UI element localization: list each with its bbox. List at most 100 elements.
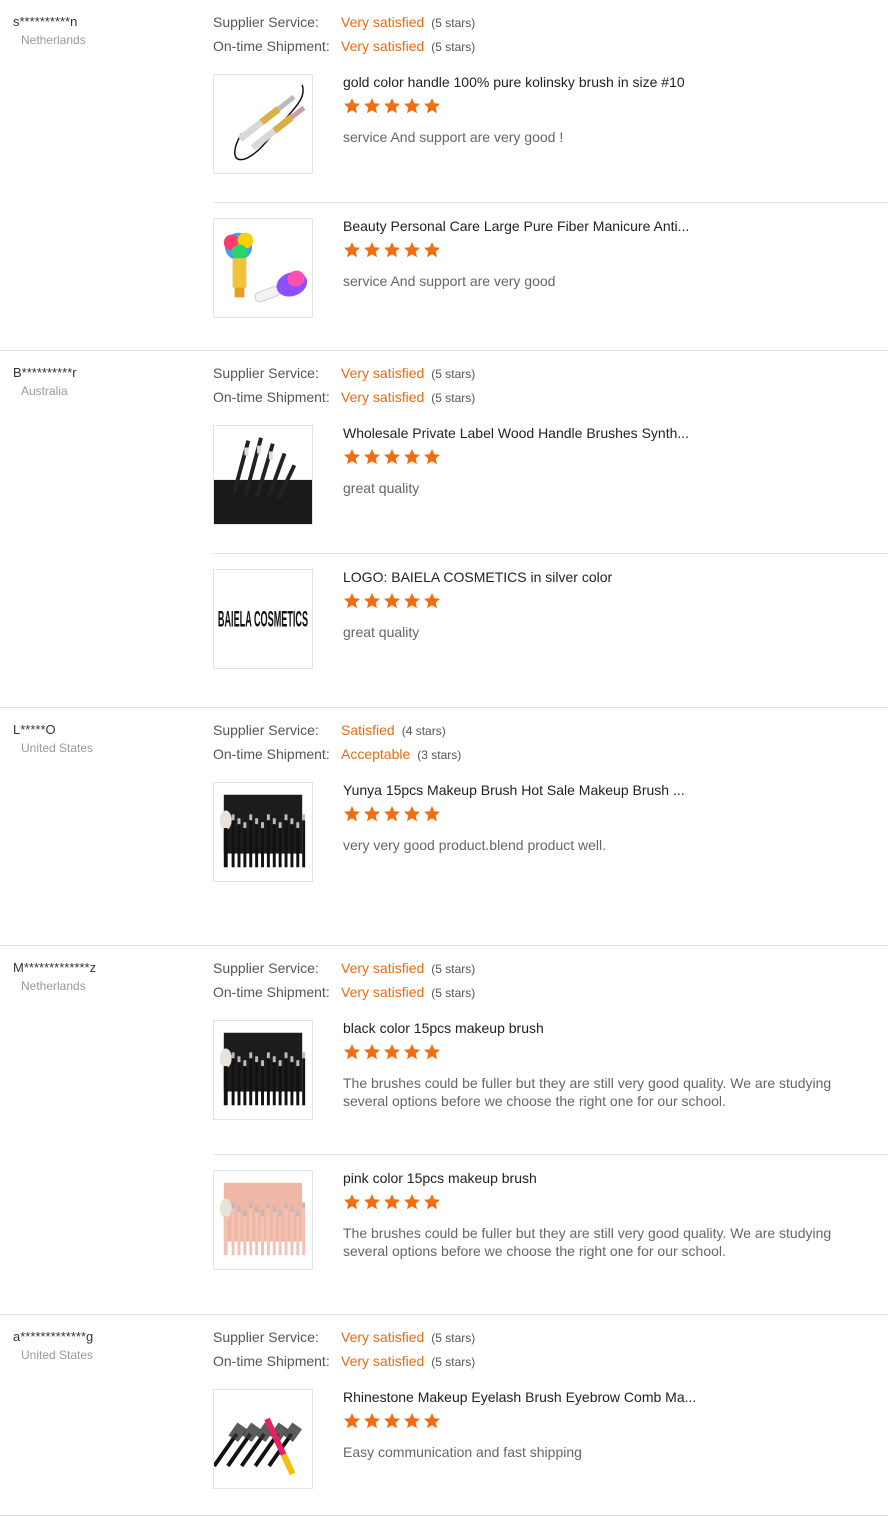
buyer-country: Netherlands bbox=[21, 33, 86, 47]
star-icon bbox=[344, 593, 360, 609]
star-icon bbox=[364, 242, 380, 258]
star-icon bbox=[344, 242, 360, 258]
product-thumbnail[interactable]: BAIELA COSMETICS bbox=[213, 569, 313, 669]
supplier-service-label: Supplier Service: bbox=[213, 14, 319, 30]
star-icon bbox=[404, 1413, 420, 1429]
star-icon bbox=[424, 242, 440, 258]
product-title-link[interactable]: Yunya 15pcs Makeup Brush Hot Sale Makeup… bbox=[343, 781, 848, 799]
supplier-service-row: Supplier Service: Satisfied (4 stars) bbox=[213, 721, 888, 745]
product-thumbnail[interactable] bbox=[213, 218, 313, 318]
shipment-row: On-time Shipment: Very satisfied (5 stars) bbox=[213, 983, 888, 1007]
buyer-name: M*************z bbox=[13, 960, 97, 975]
star-icon bbox=[424, 1044, 440, 1060]
product-rating bbox=[343, 97, 848, 119]
supplier-service-value: Very satisfied bbox=[341, 14, 425, 30]
product-title-link[interactable]: Beauty Personal Care Large Pure Fiber Ma… bbox=[343, 217, 848, 235]
star-icon bbox=[404, 593, 420, 609]
product-thumbnail[interactable] bbox=[213, 1389, 313, 1489]
product-thumbnail[interactable] bbox=[213, 1170, 313, 1270]
supplier-service-value: Very satisfied bbox=[341, 365, 425, 381]
product-thumbnail[interactable] bbox=[213, 1020, 313, 1120]
buyer-country: Australia bbox=[21, 384, 68, 398]
supplier-service-label: Supplier Service: bbox=[213, 1329, 319, 1345]
supplier-service-label: Supplier Service: bbox=[213, 722, 319, 738]
product-title-link[interactable]: pink color 15pcs makeup brush bbox=[343, 1169, 848, 1187]
shipment-stars: (3 stars) bbox=[417, 748, 462, 762]
supplier-ratings: Supplier Service: Satisfied (4 stars) On-t… bbox=[213, 708, 888, 767]
product-thumbnail[interactable] bbox=[213, 74, 313, 174]
review-text: great quality bbox=[343, 480, 420, 496]
supplier-service-value: Very satisfied bbox=[341, 960, 425, 976]
shipment-label: On-time Shipment: bbox=[213, 984, 330, 1000]
review-list: s**********n Netherlands Supplier Servic… bbox=[0, 0, 888, 1516]
star-icon bbox=[404, 242, 420, 258]
product-thumbnail[interactable] bbox=[213, 425, 313, 525]
product-rating bbox=[343, 1043, 848, 1065]
shipment-value: Very satisfied bbox=[341, 389, 425, 405]
review-text: service And support are very good ! bbox=[343, 129, 564, 145]
shipment-label: On-time Shipment: bbox=[213, 1353, 330, 1369]
review-text: Easy communication and fast shipping bbox=[343, 1444, 582, 1460]
product-review: BAIELA COSMETICS LOGO: BAIELA COSMETICS … bbox=[213, 554, 888, 707]
star-icon bbox=[404, 806, 420, 822]
buyer-info: L*****O United States bbox=[13, 722, 203, 756]
shipment-stars: (5 stars) bbox=[431, 1355, 476, 1369]
supplier-ratings: Supplier Service: Very satisfied (5 stars)… bbox=[213, 1315, 888, 1374]
star-icon bbox=[364, 593, 380, 609]
product-review: black color 15pcs makeup brush The brush… bbox=[213, 1005, 888, 1155]
review-text: The brushes could be fuller but they are… bbox=[343, 1075, 832, 1109]
supplier-service-stars: (5 stars) bbox=[431, 1331, 476, 1345]
review: L*****O United States Supplier Service: S… bbox=[0, 708, 888, 946]
buyer-name: B**********r bbox=[13, 365, 77, 380]
shipment-label: On-time Shipment: bbox=[213, 38, 330, 54]
product-rating bbox=[343, 1193, 848, 1215]
star-icon bbox=[424, 593, 440, 609]
star-icon bbox=[424, 806, 440, 822]
product-review: Rhinestone Makeup Eyelash Brush Eyebrow … bbox=[213, 1374, 888, 1517]
product-title-link[interactable]: Rhinestone Makeup Eyelash Brush Eyebrow … bbox=[343, 1388, 848, 1406]
star-icon bbox=[364, 449, 380, 465]
star-icon bbox=[364, 1413, 380, 1429]
supplier-service-label: Supplier Service: bbox=[213, 960, 319, 976]
supplier-ratings: Supplier Service: Very satisfied (5 stars)… bbox=[213, 351, 888, 410]
product-review: gold color handle 100% pure kolinsky bru… bbox=[213, 59, 888, 203]
product-thumbnail[interactable] bbox=[213, 782, 313, 882]
supplier-service-stars: (5 stars) bbox=[431, 962, 476, 976]
review: a*************g United States Supplier S… bbox=[0, 1315, 888, 1516]
star-icon bbox=[384, 1413, 400, 1429]
shipment-row: On-time Shipment: Very satisfied (5 stars) bbox=[213, 1352, 888, 1376]
shipment-value: Acceptable bbox=[341, 746, 411, 762]
star-icon bbox=[384, 1194, 400, 1210]
supplier-ratings: Supplier Service: Very satisfied (5 stars)… bbox=[213, 0, 888, 59]
star-icon bbox=[404, 1194, 420, 1210]
supplier-service-value: Satisfied bbox=[341, 722, 395, 738]
product-title-link[interactable]: LOGO: BAIELA COSMETICS in silver color bbox=[343, 568, 848, 586]
star-icon bbox=[344, 806, 360, 822]
star-icon bbox=[404, 98, 420, 114]
star-icon bbox=[364, 1194, 380, 1210]
star-icon bbox=[364, 1044, 380, 1060]
review-text: The brushes could be fuller but they are… bbox=[343, 1225, 832, 1259]
supplier-service-stars: (5 stars) bbox=[431, 16, 476, 30]
star-icon bbox=[404, 449, 420, 465]
supplier-service-row: Supplier Service: Very satisfied (5 stars) bbox=[213, 959, 888, 983]
star-icon bbox=[384, 449, 400, 465]
star-icon bbox=[424, 449, 440, 465]
star-icon bbox=[384, 98, 400, 114]
supplier-service-row: Supplier Service: Very satisfied (5 stars) bbox=[213, 364, 888, 388]
shipment-value: Very satisfied bbox=[341, 38, 425, 54]
product-review: Yunya 15pcs Makeup Brush Hot Sale Makeup… bbox=[213, 767, 888, 947]
buyer-name: s**********n bbox=[13, 14, 78, 29]
shipment-stars: (5 stars) bbox=[431, 391, 476, 405]
star-icon bbox=[424, 1194, 440, 1210]
product-title-link[interactable]: black color 15pcs makeup brush bbox=[343, 1019, 848, 1037]
supplier-service-stars: (4 stars) bbox=[401, 724, 446, 738]
buyer-name: L*****O bbox=[13, 722, 56, 737]
product-rating bbox=[343, 1412, 848, 1434]
product-title-link[interactable]: gold color handle 100% pure kolinsky bru… bbox=[343, 73, 848, 91]
product-title-link[interactable]: Wholesale Private Label Wood Handle Brus… bbox=[343, 424, 848, 442]
buyer-country: Netherlands bbox=[21, 979, 86, 993]
svg-text:BAIELA COSMETICS: BAIELA COSMETICS bbox=[218, 606, 308, 631]
shipment-value: Very satisfied bbox=[341, 984, 425, 1000]
shipment-stars: (5 stars) bbox=[431, 986, 476, 1000]
